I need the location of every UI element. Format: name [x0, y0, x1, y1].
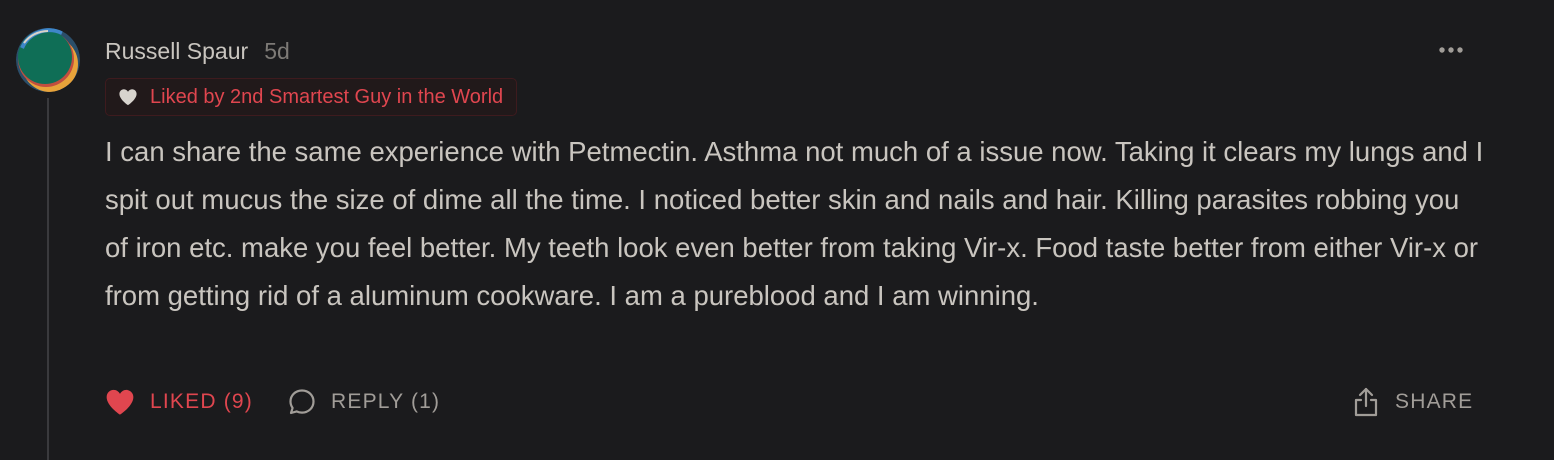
reply-label: REPLY (1) [331, 390, 441, 413]
thread-line [47, 98, 49, 460]
liked-by-text: Liked by 2nd Smartest Guy in the World [150, 85, 504, 108]
like-button[interactable]: LIKED (9) [104, 388, 253, 416]
comment: Russell Spaur 5d Liked by 2nd Smartest G… [0, 0, 1554, 460]
ellipsis-icon [1439, 47, 1463, 53]
avatar[interactable] [16, 28, 80, 92]
like-label: LIKED (9) [150, 390, 253, 413]
comment-body: I can share the same experience with Pet… [105, 136, 1484, 311]
more-options-button[interactable] [1436, 38, 1468, 62]
share-icon [1354, 387, 1378, 417]
comment-actions: LIKED (9) REPLY (1) [104, 383, 440, 421]
reply-button[interactable]: REPLY (1) [287, 387, 440, 417]
heart-filled-icon [106, 389, 134, 415]
avatar-image [16, 28, 80, 92]
comment-header: Russell Spaur 5d [105, 34, 290, 68]
heart-icon [119, 89, 137, 106]
share-label: SHARE [1395, 390, 1474, 413]
share-button[interactable]: SHARE [1352, 383, 1473, 421]
author-name[interactable]: Russell Spaur [105, 38, 248, 65]
timestamp[interactable]: 5d [264, 38, 290, 65]
speech-bubble-icon [289, 389, 315, 415]
liked-by-badge: Liked by 2nd Smartest Guy in the World [105, 78, 518, 116]
